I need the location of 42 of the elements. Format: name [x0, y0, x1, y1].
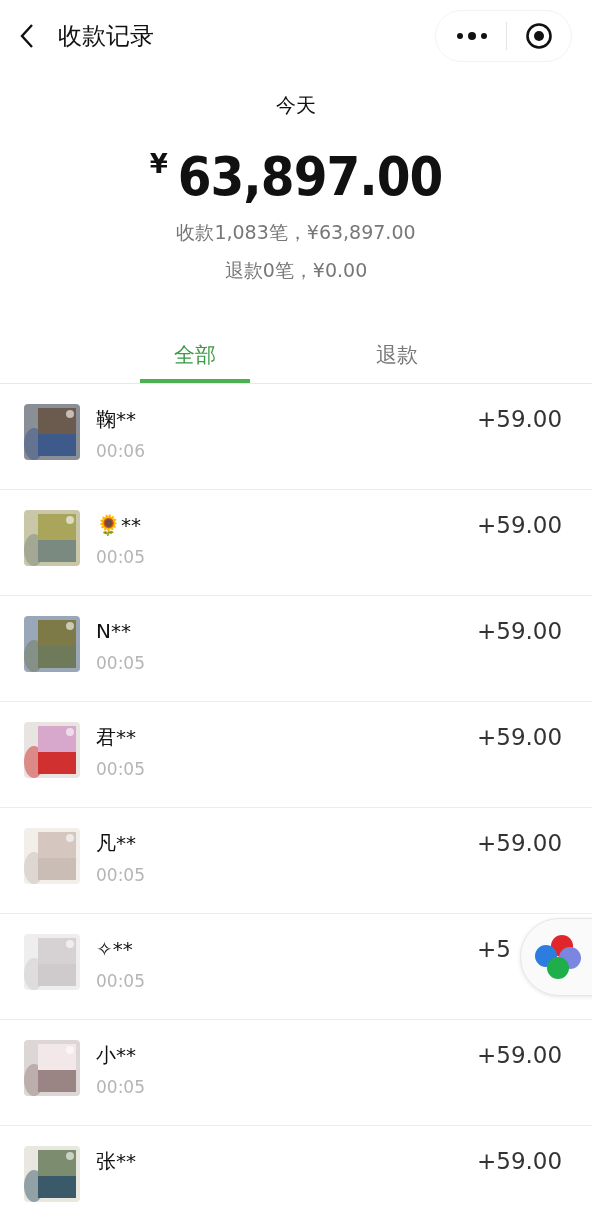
payer-name: 🌻**: [96, 512, 142, 539]
record-row[interactable]: 🌻** 00:05 +59.00: [0, 490, 592, 596]
payment-time: 00:05: [96, 546, 145, 569]
refund-summary: 退款0笔，¥0.00: [224, 258, 368, 283]
page-title: 收款记录: [58, 21, 154, 52]
payment-time: 00:05: [96, 1076, 145, 1099]
period-label: 今天: [276, 92, 316, 119]
payer-name: N**: [96, 618, 132, 645]
payment-amount: +59.00: [477, 405, 564, 434]
payer-name: 鞠**: [96, 406, 137, 433]
record-row[interactable]: 君** 00:05 +59.00: [0, 702, 592, 808]
total-amount: 63,897.00: [177, 145, 443, 209]
record-row[interactable]: 小** 00:05 +59.00: [0, 1020, 592, 1126]
pinwheel-icon: [533, 932, 583, 982]
payment-amount: +59.00: [477, 829, 564, 858]
tab[interactable]: 退款: [342, 335, 452, 383]
payment-amount: +59.00: [477, 617, 564, 646]
received-summary: 收款1,083笔，¥63,897.00: [176, 220, 416, 245]
payment-time: 00:06: [96, 440, 145, 463]
payment-time: 00:05: [96, 758, 145, 781]
record-row[interactable]: N** 00:05 +59.00: [0, 596, 592, 702]
record-row[interactable]: 张** +59.00: [0, 1126, 592, 1223]
payer-name: 凡**: [96, 830, 137, 857]
payment-time: 00:05: [96, 652, 145, 675]
payer-name: ✧**: [96, 936, 134, 963]
payment-amount: +59.00: [477, 1147, 564, 1176]
floating-menu[interactable]: [520, 918, 592, 996]
payment-time: 00:05: [96, 970, 145, 993]
record-row[interactable]: 鞠** 00:06 +59.00: [0, 384, 592, 490]
record-row[interactable]: 凡** 00:05 +59.00: [0, 808, 592, 914]
payer-name: 张**: [96, 1148, 136, 1175]
back-icon[interactable]: [20, 23, 34, 49]
payer-name: 君**: [96, 724, 137, 751]
payer-name: 小**: [96, 1042, 137, 1069]
more-icon[interactable]: [456, 31, 488, 41]
payment-amount: +5: [477, 935, 512, 964]
payment-amount: +59.00: [477, 723, 564, 752]
tab[interactable]: 全部: [140, 335, 250, 383]
currency-symbol: ¥: [149, 149, 168, 179]
payment-time: 00:05: [96, 864, 145, 887]
payment-amount: +59.00: [477, 1041, 564, 1070]
payment-amount: +59.00: [477, 511, 564, 540]
